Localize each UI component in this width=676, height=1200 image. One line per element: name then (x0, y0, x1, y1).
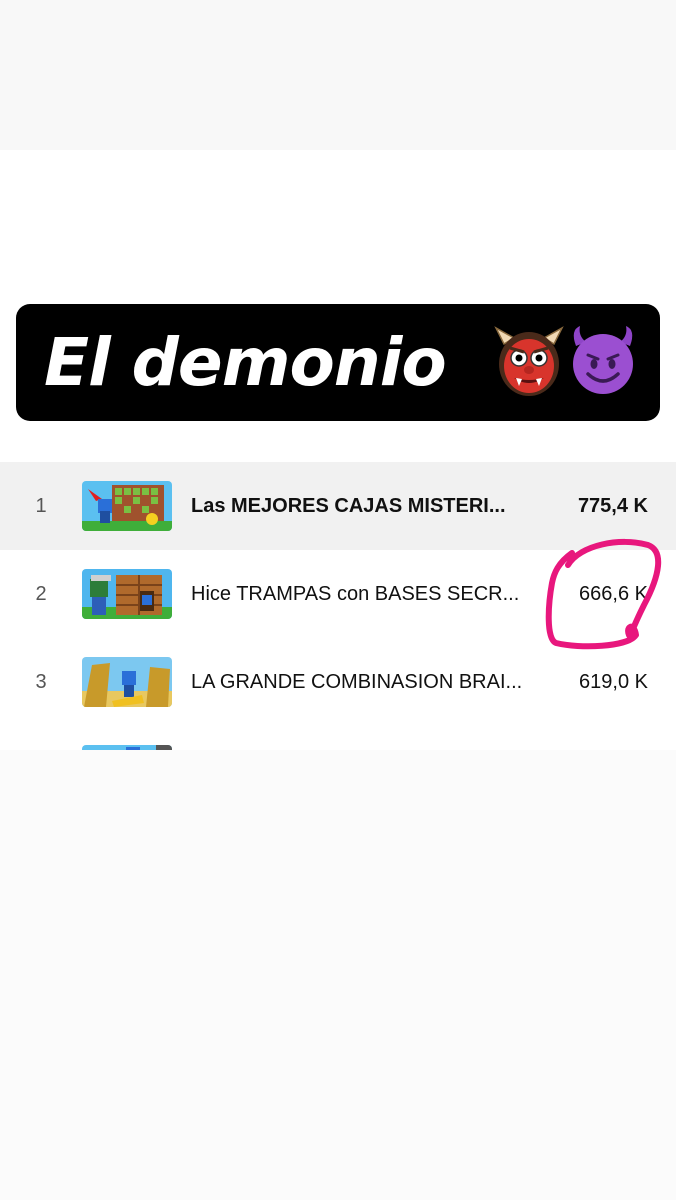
smiling-devil-emoji-icon (573, 326, 633, 394)
rank-number: 2 (35, 583, 47, 605)
view-count: 775,4 K (577, 495, 648, 517)
rank-number: 1 (35, 495, 47, 517)
top-background (0, 0, 676, 150)
list-item[interactable]: 1 Las MEJORES CAJAS MISTERI... 775,4 K (0, 462, 676, 550)
view-count: 666,6 K (579, 583, 648, 605)
list-item[interactable]: 2 Hice TRAMPAS con BASES SECR... 666,6 K (0, 550, 676, 638)
list-item[interactable]: 3 LA GRANDE COMBINASION BRAI... 619,0 K (0, 638, 676, 726)
caption-text: El demonio (44, 324, 447, 401)
list-item[interactable] (0, 726, 676, 750)
bottom-background (0, 750, 676, 1200)
video-thumbnail[interactable] (82, 657, 172, 707)
ogre-emoji-icon (494, 326, 564, 396)
video-title: Las MEJORES CAJAS MISTERI... (191, 495, 506, 517)
top-videos-list: 1 Las MEJORES CAJAS MISTERI... 775,4 K 2 (0, 460, 676, 750)
video-thumbnail[interactable] (82, 481, 172, 531)
story-caption: El demonio (16, 304, 660, 421)
video-title: Hice TRAMPAS con BASES SECR... (191, 583, 520, 605)
rank-number: 3 (35, 671, 47, 693)
video-title: LA GRANDE COMBINASION BRAI... (191, 671, 523, 693)
view-count: 619,0 K (579, 671, 648, 693)
video-thumbnail[interactable] (82, 569, 172, 619)
